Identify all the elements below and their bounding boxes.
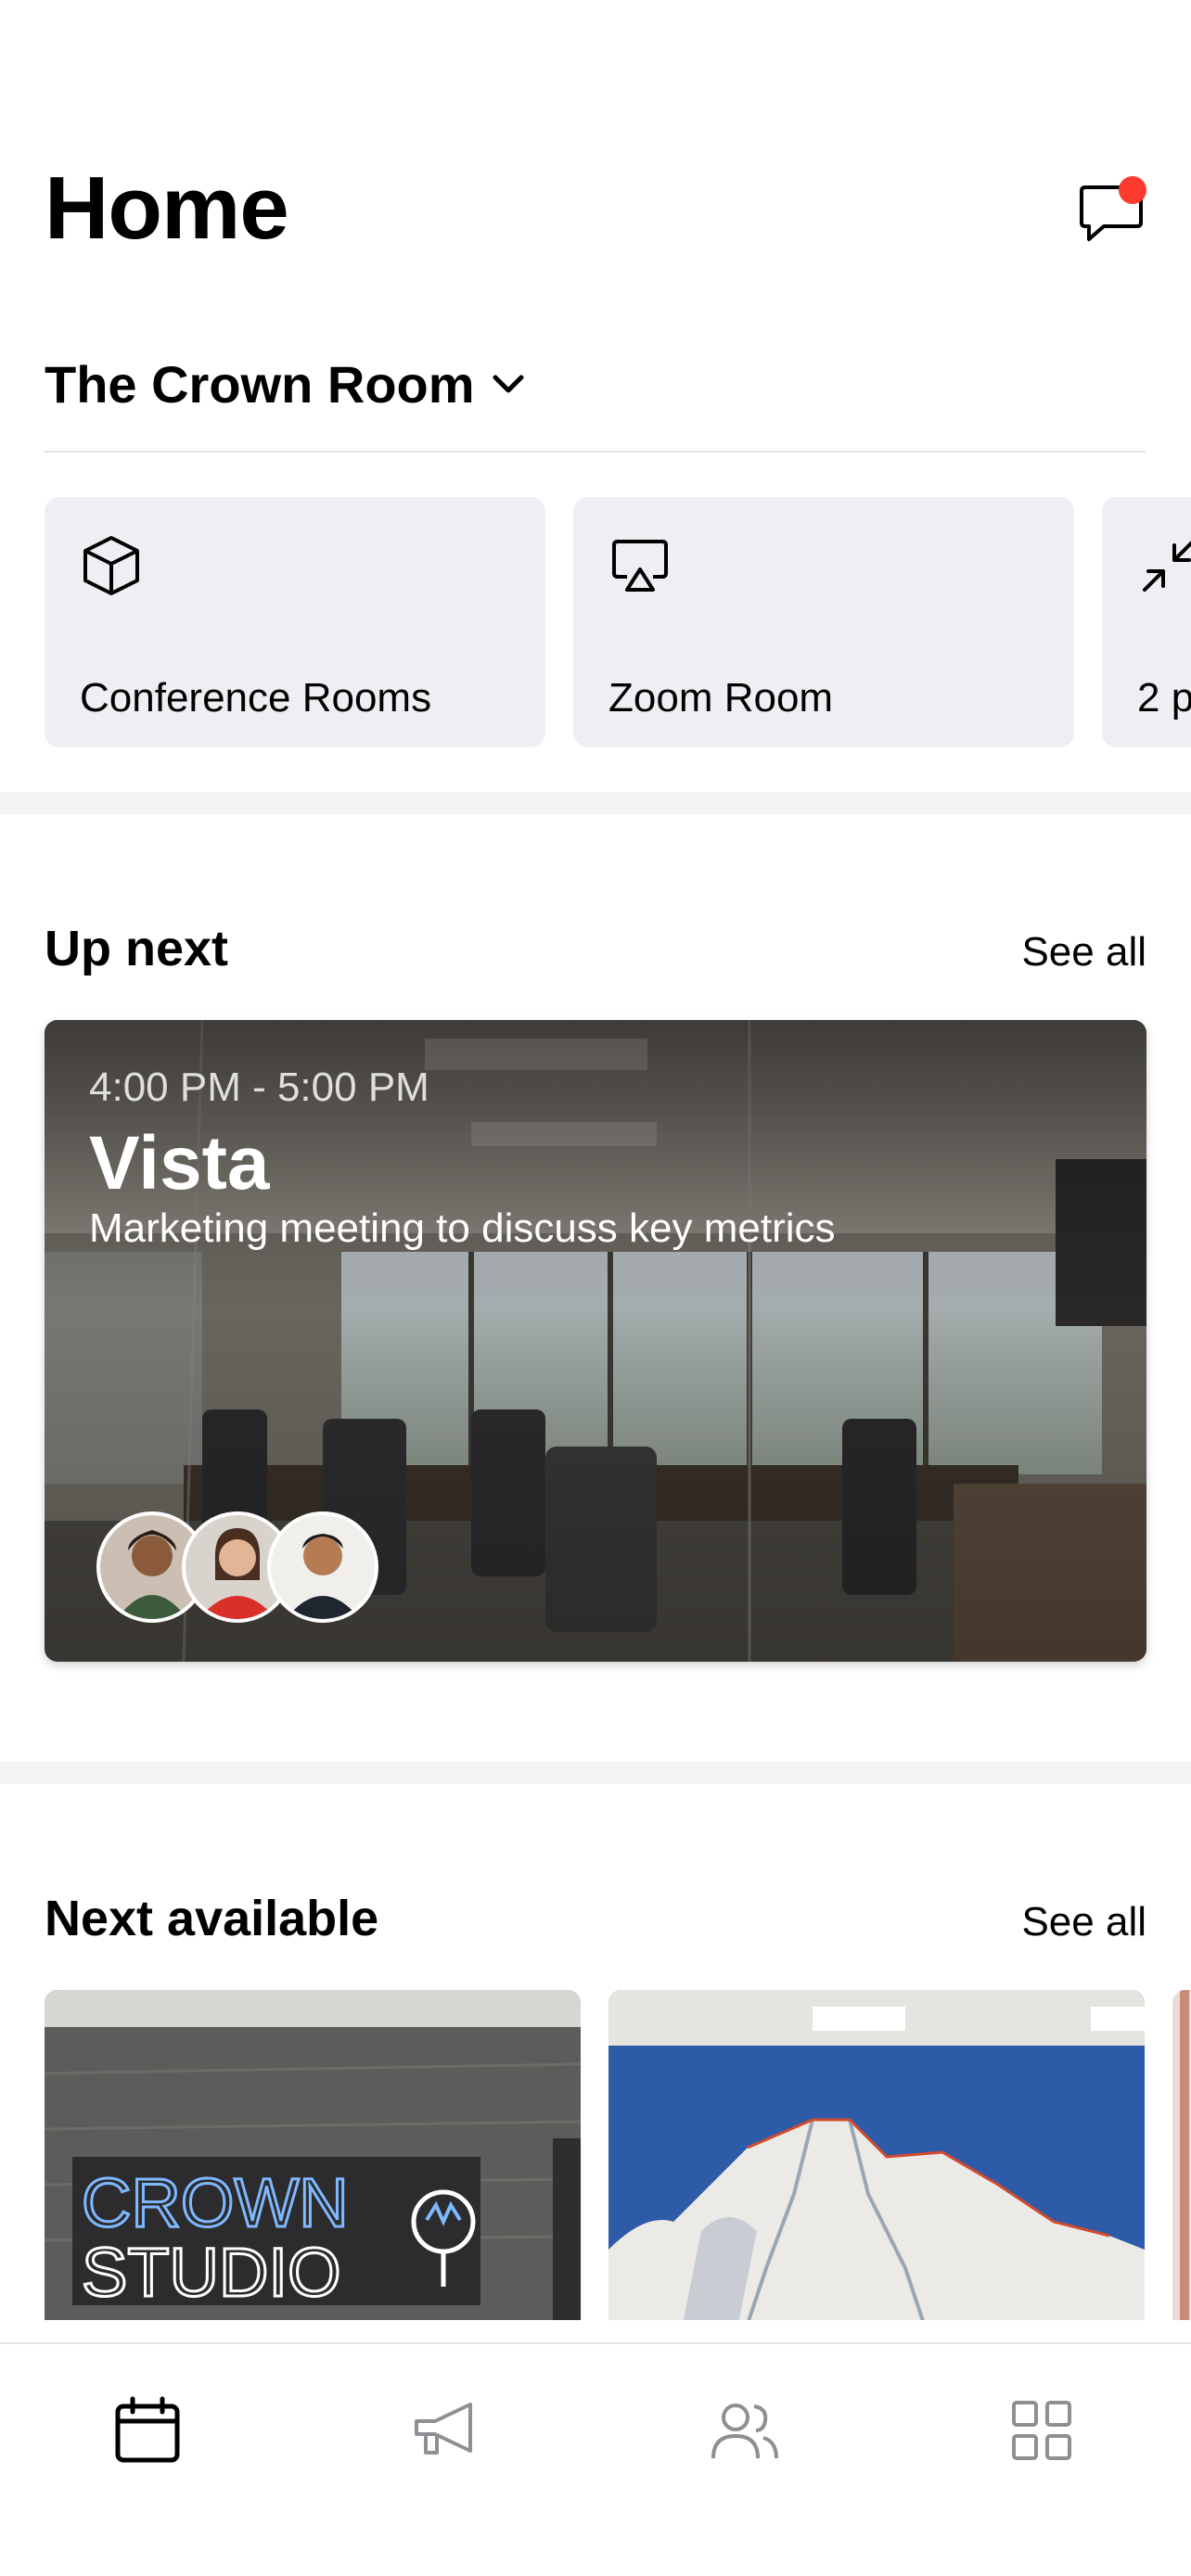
airplay-icon [612, 540, 668, 592]
tab-more[interactable] [991, 2379, 1093, 2481]
grid-icon [1012, 2401, 1071, 2460]
location-label: The Crown Room [45, 355, 475, 414]
quick-action-third[interactable]: 2 p [1102, 497, 1191, 747]
header: Home [0, 0, 1191, 278]
event-time: 4:00 PM - 5:00 PM [89, 1065, 429, 1110]
crown-studio-photo: CROWN STUDIO [45, 1990, 581, 2320]
section-separator [0, 792, 1191, 814]
location-selector[interactable]: The Crown Room [45, 354, 529, 414]
quick-action-label: Conference Rooms [80, 675, 432, 721]
event-name: Vista [89, 1121, 270, 1205]
tab-announcements[interactable] [395, 2379, 497, 2481]
quick-action-label: Zoom Room [608, 675, 834, 721]
next-available-see-all-link[interactable]: See all [1021, 1899, 1146, 1945]
mountain-room-photo [608, 1990, 1145, 2320]
room-card[interactable]: CROWN STUDIO [45, 1990, 581, 2320]
room-sign-line-1: CROWN [82, 2164, 349, 2241]
room-sign-line-2: STUDIO [82, 2234, 341, 2311]
event-description: Marketing meeting to discuss key metrics [89, 1205, 836, 1251]
room-photo [1172, 1990, 1191, 2320]
cube-icon [83, 536, 139, 595]
divider [45, 451, 1146, 453]
attendee-avatars[interactable] [96, 1511, 393, 1623]
tab-people[interactable] [694, 2379, 796, 2481]
room-card[interactable] [608, 1990, 1145, 2320]
page-title: Home [45, 159, 289, 258]
calendar-icon [115, 2396, 180, 2463]
section-separator [0, 1762, 1191, 1784]
quick-action-zoom-room[interactable]: Zoom Room [573, 497, 1074, 747]
chevron-down-icon [493, 375, 524, 392]
room-card[interactable] [1172, 1990, 1191, 2320]
quick-actions-row[interactable]: Conference Rooms Zoom Room 2 p [0, 497, 1191, 749]
megaphone-icon [415, 2403, 472, 2455]
quick-action-conference-rooms[interactable]: Conference Rooms [45, 497, 545, 747]
up-next-see-all-link[interactable]: See all [1021, 929, 1146, 976]
unread-badge [1119, 176, 1146, 204]
next-available-title: Next available [45, 1891, 379, 1946]
collapse-arrows-icon [1143, 541, 1191, 592]
people-icon [711, 2404, 778, 2459]
available-rooms-row[interactable]: CROWN STUDIO [0, 1990, 1191, 2320]
tab-bar [0, 2342, 1191, 2576]
quick-action-label: 2 p [1137, 675, 1191, 721]
tab-calendar[interactable] [96, 2379, 198, 2481]
event-card[interactable]: 4:00 PM - 5:00 PM Vista Marketing meetin… [45, 1020, 1146, 1662]
avatar [267, 1511, 378, 1623]
up-next-title: Up next [45, 921, 229, 976]
